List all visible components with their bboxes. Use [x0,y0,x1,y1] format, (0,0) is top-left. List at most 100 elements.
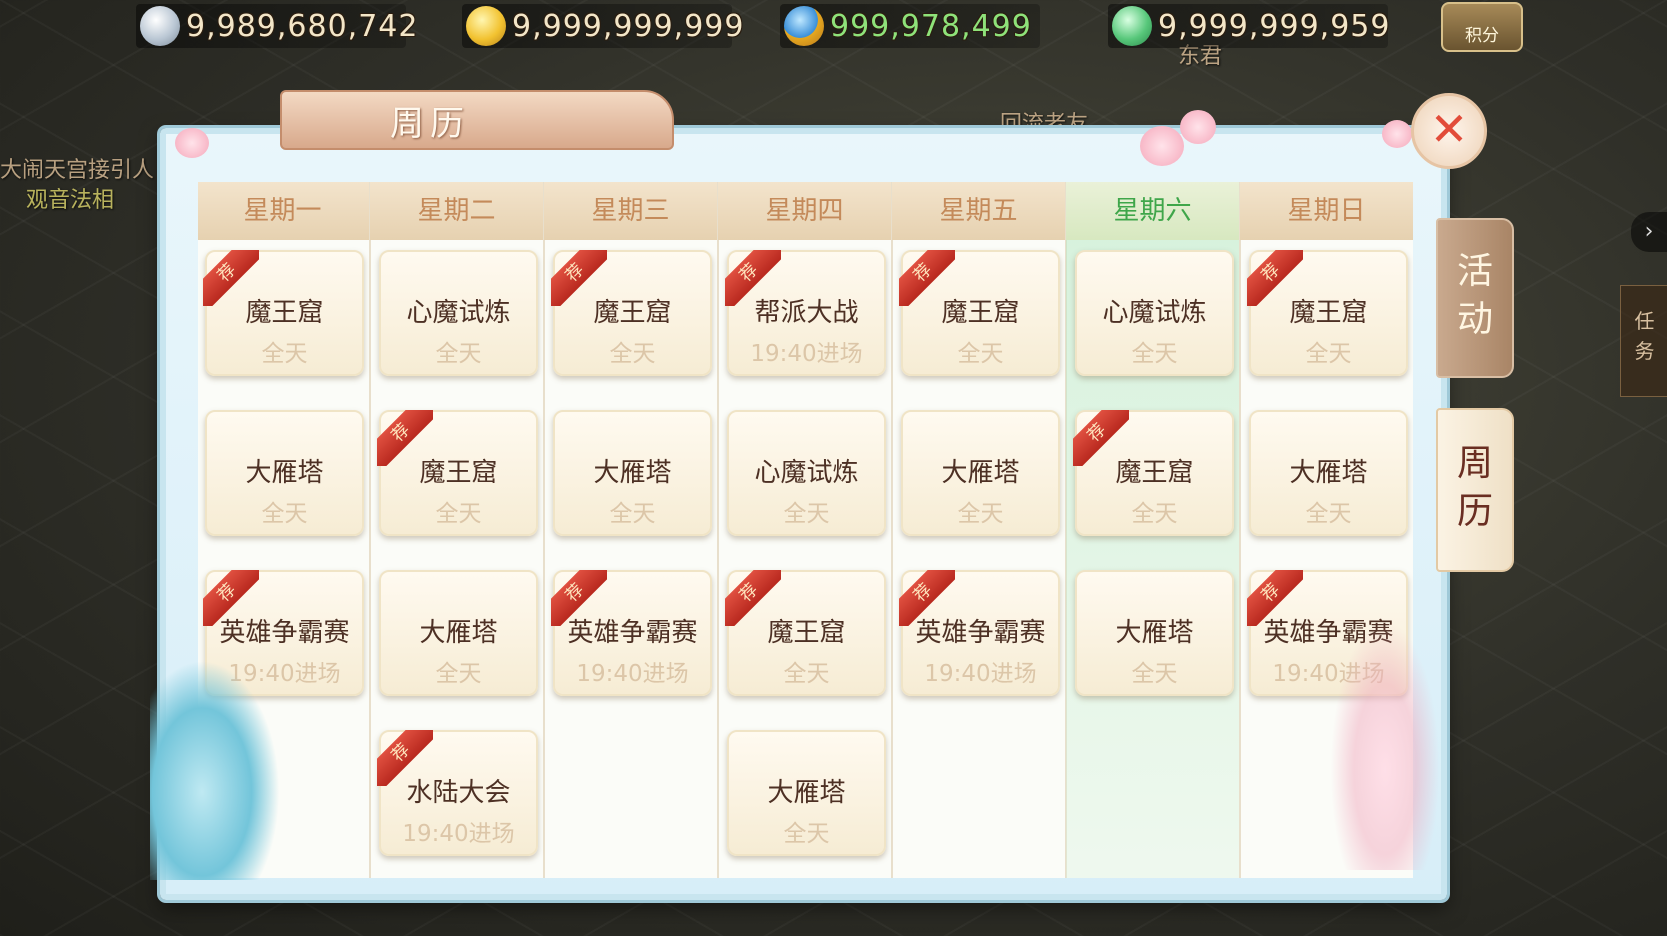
close-button[interactable]: ✕ [1411,93,1487,169]
event-name: 大雁塔 [767,778,846,808]
blossom-tree-decoration [1330,620,1440,870]
day-column: 星期三荐魔王窟 全天 大雁塔 全天荐英雄争霸赛 19:40进场 [544,182,719,878]
event-name: 大雁塔 [1115,618,1194,648]
wave-decoration [150,660,280,880]
event-card[interactable]: 荐帮派大战 19:40进场 [725,250,886,376]
event-name: 水陆大会 [406,778,511,808]
event-name: 心魔试炼 [1102,298,1207,328]
event-time: 全天 [957,341,1004,367]
tab-weekly-char: 历 [1456,491,1493,532]
event-name: 魔王窟 [1115,458,1194,488]
day-header: 星期日 [1240,182,1413,240]
event-name: 大雁塔 [419,618,498,648]
event-time: 19:40进场 [576,661,689,687]
tab-activity-char: 活 [1456,251,1493,292]
blossom-decoration [175,128,209,158]
tab-weekly-calendar[interactable]: 周 历 [1436,408,1514,572]
event-card[interactable]: 荐魔王窟 全天 [1073,410,1234,536]
event-name: 魔王窟 [941,298,1020,328]
silver-ingot-icon [140,6,180,46]
event-card[interactable]: 心魔试炼 全天 [727,410,886,536]
event-name: 大雁塔 [593,458,672,488]
event-name: 魔王窟 [245,298,324,328]
day-column: 星期二 心魔试炼 全天荐魔王窟 全天 大雁塔 全天荐水陆大会 19:40进场 [370,182,545,878]
currency-item: 9,999,999,999 [462,4,743,48]
blossom-decoration [1180,110,1216,144]
event-name: 英雄争霸赛 [567,618,698,648]
expand-arrow-icon[interactable]: › [1631,212,1667,252]
tab-activity-char: 动 [1456,299,1493,340]
event-card[interactable]: 荐魔王窟 全天 [377,410,538,536]
currency-value: 9,999,999,999 [512,8,745,44]
event-time: 全天 [1131,341,1178,367]
calendar-grid: 星期一荐魔王窟 全天 大雁塔 全天荐英雄争霸赛 19:40进场 星期二 心魔试炼 全天荐魔王窟… [198,182,1413,878]
event-card[interactable]: 荐魔王窟 全天 [725,570,886,696]
event-card[interactable]: 大雁塔 全天 [1075,570,1234,696]
event-time: 全天 [609,501,656,527]
day-header: 星期一 [198,182,369,240]
event-name: 魔王窟 [419,458,498,488]
event-name: 英雄争霸赛 [219,618,350,648]
event-card[interactable]: 大雁塔 全天 [1249,410,1408,536]
tab-activity[interactable]: 活 动 [1436,218,1514,378]
currency-value: 999,978,499 [830,8,1032,44]
event-card[interactable]: 荐魔王窟 全天 [899,250,1060,376]
jade-icon [1112,6,1152,46]
title-banner [280,90,674,150]
currency-value: 9,999,999,959 [1158,8,1391,44]
event-time: 全天 [1305,341,1352,367]
event-time: 全天 [783,501,830,527]
gold-ingot-icon [466,6,506,46]
event-time: 全天 [783,661,830,687]
task-tab-char: 务 [1634,339,1655,363]
day-column: 星期五荐魔王窟 全天 大雁塔 全天荐英雄争霸赛 19:40进场 [892,182,1067,878]
event-name: 心魔试炼 [754,458,859,488]
event-time: 19:40进场 [750,341,863,367]
blossom-decoration [1140,126,1184,166]
event-card[interactable]: 荐水陆大会 19:40进场 [377,730,538,856]
day-header: 星期五 [892,182,1065,240]
event-card[interactable]: 荐魔王窟 全天 [203,250,364,376]
tab-weekly-char: 周 [1456,443,1493,484]
blossom-decoration [1382,120,1412,148]
event-card[interactable]: 荐魔王窟 全天 [551,250,712,376]
day-header: 星期四 [718,182,891,240]
points-label: 积分 [1465,26,1499,46]
day-header: 星期三 [544,182,717,240]
event-time: 全天 [261,501,308,527]
event-card[interactable]: 荐英雄争霸赛 19:40进场 [899,570,1060,696]
panel-title: 周历 [390,104,470,144]
npc-name-label: 大闹天宫接引人 [0,158,155,183]
event-card[interactable]: 心魔试炼 全天 [1075,250,1234,376]
event-card[interactable]: 心魔试炼 全天 [379,250,538,376]
event-time: 全天 [1131,501,1178,527]
event-time: 全天 [957,501,1004,527]
day-header: 星期六 [1066,182,1239,240]
event-card[interactable]: 荐魔王窟 全天 [1247,250,1408,376]
currency-item: 999,978,499 [780,4,1040,48]
event-time: 全天 [435,341,482,367]
task-tab[interactable]: 任 务 [1620,285,1667,397]
coin-icon [784,6,824,46]
npc-title-label: 观音法相 [26,188,115,213]
event-time: 19:40进场 [924,661,1037,687]
weekly-calendar-panel: 星期一荐魔王窟 全天 大雁塔 全天荐英雄争霸赛 19:40进场 星期二 心魔试炼 全天荐魔王窟… [160,128,1447,900]
event-card[interactable]: 大雁塔 全天 [205,410,364,536]
event-card[interactable]: 荐英雄争霸赛 19:40进场 [551,570,712,696]
event-name: 大雁塔 [245,458,324,488]
event-card[interactable]: 大雁塔 全天 [379,570,538,696]
event-card[interactable]: 大雁塔 全天 [901,410,1060,536]
event-time: 全天 [261,341,308,367]
task-tab-char: 任 [1634,309,1655,333]
points-button[interactable]: 积分 [1441,2,1523,52]
event-time: 全天 [1305,501,1352,527]
event-card[interactable]: 大雁塔 全天 [727,730,886,856]
event-name: 魔王窟 [593,298,672,328]
currency-item: 9,999,999,959 [1108,4,1391,48]
event-name: 魔王窟 [767,618,846,648]
event-name: 魔王窟 [1289,298,1368,328]
currency-item: 9,989,680,742 [136,4,417,48]
event-time: 19:40进场 [402,821,515,847]
currency-value: 9,989,680,742 [186,8,419,44]
event-card[interactable]: 大雁塔 全天 [553,410,712,536]
